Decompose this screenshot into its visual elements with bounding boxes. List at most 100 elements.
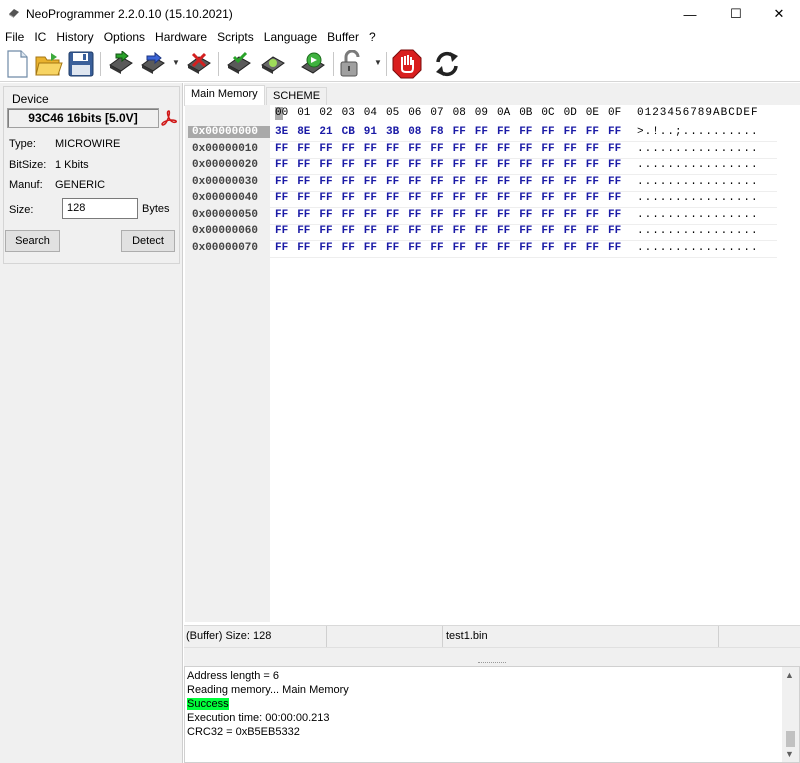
hex-byte-cell[interactable]: FF bbox=[586, 159, 599, 171]
hex-byte-cell[interactable]: FF bbox=[497, 176, 510, 188]
hex-byte-cell[interactable]: FF bbox=[364, 242, 377, 254]
auto-button[interactable] bbox=[298, 48, 328, 80]
search-button[interactable]: Search bbox=[5, 230, 60, 252]
menu-language[interactable]: Language bbox=[259, 28, 322, 46]
menu-buffer[interactable]: Buffer bbox=[322, 28, 364, 46]
hex-byte-cell[interactable]: FF bbox=[386, 176, 399, 188]
scroll-thumb[interactable] bbox=[786, 731, 795, 747]
hex-byte-cell[interactable]: FF bbox=[342, 159, 355, 171]
hex-byte-cell[interactable]: FF bbox=[564, 159, 577, 171]
hex-byte-cell[interactable]: FF bbox=[364, 209, 377, 221]
hex-byte-cell[interactable]: FF bbox=[386, 192, 399, 204]
hex-byte-cell[interactable]: FF bbox=[586, 225, 599, 237]
hex-byte-cell[interactable]: FF bbox=[342, 225, 355, 237]
hex-byte-cell[interactable]: FF bbox=[519, 209, 532, 221]
hex-byte-cell[interactable]: FF bbox=[408, 192, 421, 204]
menu-help[interactable]: ? bbox=[364, 28, 381, 46]
hex-byte-cell[interactable]: FF bbox=[564, 225, 577, 237]
hex-byte-cell[interactable]: 08 bbox=[408, 126, 421, 138]
hex-byte-cell[interactable]: FF bbox=[342, 192, 355, 204]
hex-byte-cell[interactable]: FF bbox=[453, 143, 466, 155]
hex-byte-cell[interactable]: F8 bbox=[430, 126, 443, 138]
hex-byte-cell[interactable]: FF bbox=[453, 159, 466, 171]
log-vertical-scrollbar[interactable]: ▲ ▼ bbox=[782, 667, 799, 762]
hex-byte-cell[interactable]: FF bbox=[453, 242, 466, 254]
hex-byte-cell[interactable]: FF bbox=[497, 209, 510, 221]
hex-byte-cell[interactable]: CB bbox=[342, 126, 355, 138]
hex-byte-cell[interactable]: FF bbox=[564, 242, 577, 254]
hex-byte-cell[interactable]: FF bbox=[430, 242, 443, 254]
hex-byte-cell[interactable]: FF bbox=[497, 143, 510, 155]
hex-byte-cell[interactable]: FF bbox=[475, 209, 488, 221]
hex-byte-cell[interactable]: FF bbox=[319, 176, 332, 188]
hex-byte-cell[interactable]: FF bbox=[319, 143, 332, 155]
hex-byte-cell[interactable]: FF bbox=[319, 192, 332, 204]
ascii-cell[interactable]: ................ bbox=[637, 209, 784, 221]
hex-byte-cell[interactable]: 3B bbox=[386, 126, 399, 138]
hex-byte-cell[interactable]: FF bbox=[519, 143, 532, 155]
hex-byte-cell[interactable]: FF bbox=[297, 159, 310, 171]
hex-byte-cell[interactable]: FF bbox=[297, 192, 310, 204]
hex-byte-cell[interactable]: FF bbox=[475, 242, 488, 254]
hex-byte-cell[interactable]: FF bbox=[319, 242, 332, 254]
hex-byte-cell[interactable]: FF bbox=[319, 159, 332, 171]
hex-byte-cell[interactable]: FF bbox=[319, 209, 332, 221]
hex-byte-cell[interactable]: FF bbox=[408, 143, 421, 155]
ascii-cell[interactable]: ................ bbox=[637, 143, 784, 155]
hex-byte-cell[interactable]: FF bbox=[297, 225, 310, 237]
hex-byte-cell[interactable]: FF bbox=[586, 143, 599, 155]
hex-byte-cell[interactable]: FF bbox=[608, 143, 621, 155]
hex-byte-cell[interactable]: FF bbox=[319, 225, 332, 237]
detect-button[interactable]: Detect bbox=[121, 230, 175, 252]
write-dropdown-arrow[interactable]: ▼ bbox=[172, 58, 180, 68]
hex-byte-cell[interactable]: FF bbox=[541, 225, 554, 237]
minimize-button[interactable]: — bbox=[668, 0, 712, 28]
hex-byte-cell[interactable]: 21 bbox=[319, 126, 332, 138]
hex-byte-cell[interactable]: FF bbox=[275, 192, 288, 204]
hex-byte-cell[interactable]: FF bbox=[430, 225, 443, 237]
hex-byte-cell[interactable]: FF bbox=[564, 192, 577, 204]
hex-byte-cell[interactable]: FF bbox=[364, 143, 377, 155]
ascii-cell[interactable]: ................ bbox=[637, 176, 784, 188]
hex-byte-cell[interactable]: FF bbox=[386, 242, 399, 254]
hex-byte-cell[interactable]: FF bbox=[386, 159, 399, 171]
refresh-button[interactable] bbox=[432, 48, 462, 80]
hex-byte-cell[interactable]: FF bbox=[586, 126, 599, 138]
ascii-cell[interactable]: ................ bbox=[637, 192, 784, 204]
hex-byte-cell[interactable]: FF bbox=[386, 143, 399, 155]
hex-byte-cell[interactable]: FF bbox=[430, 192, 443, 204]
hex-byte-cell[interactable]: FF bbox=[497, 192, 510, 204]
maximize-button[interactable]: ☐ bbox=[714, 0, 758, 28]
stop-button[interactable] bbox=[392, 48, 422, 80]
hex-byte-cell[interactable]: FF bbox=[275, 225, 288, 237]
hex-byte-cell[interactable]: FF bbox=[453, 225, 466, 237]
hex-byte-cell[interactable]: FF bbox=[519, 192, 532, 204]
hex-byte-cell[interactable]: FF bbox=[297, 176, 310, 188]
write-button[interactable] bbox=[138, 48, 168, 80]
menu-options[interactable]: Options bbox=[99, 28, 150, 46]
ascii-cell[interactable]: >.!..;.......... bbox=[637, 126, 784, 138]
size-input[interactable]: 128 bbox=[62, 198, 138, 219]
hex-byte-cell[interactable]: FF bbox=[342, 176, 355, 188]
hex-byte-cell[interactable]: FF bbox=[275, 209, 288, 221]
hex-byte-cell[interactable]: FF bbox=[608, 192, 621, 204]
hex-byte-cell[interactable]: FF bbox=[408, 159, 421, 171]
open-button[interactable] bbox=[34, 48, 64, 80]
hex-byte-cell[interactable]: FF bbox=[364, 176, 377, 188]
ascii-cell[interactable]: ................ bbox=[637, 242, 784, 254]
hex-byte-cell[interactable]: FF bbox=[275, 242, 288, 254]
hex-byte-cell[interactable]: FF bbox=[519, 242, 532, 254]
hex-byte-cell[interactable]: FF bbox=[497, 225, 510, 237]
hex-byte-cell[interactable]: FF bbox=[364, 225, 377, 237]
hex-byte-cell[interactable]: FF bbox=[342, 143, 355, 155]
close-button[interactable]: ✕ bbox=[757, 0, 800, 28]
hex-byte-cell[interactable]: FF bbox=[586, 176, 599, 188]
hex-byte-cell[interactable]: FF bbox=[586, 192, 599, 204]
new-button[interactable] bbox=[2, 48, 32, 80]
hex-byte-cell[interactable]: FF bbox=[453, 176, 466, 188]
hex-byte-cell[interactable]: FF bbox=[275, 143, 288, 155]
hex-byte-cell[interactable]: FF bbox=[475, 143, 488, 155]
hex-byte-cell[interactable]: FF bbox=[408, 225, 421, 237]
hex-byte-cell[interactable]: FF bbox=[519, 126, 532, 138]
menu-history[interactable]: History bbox=[51, 28, 98, 46]
